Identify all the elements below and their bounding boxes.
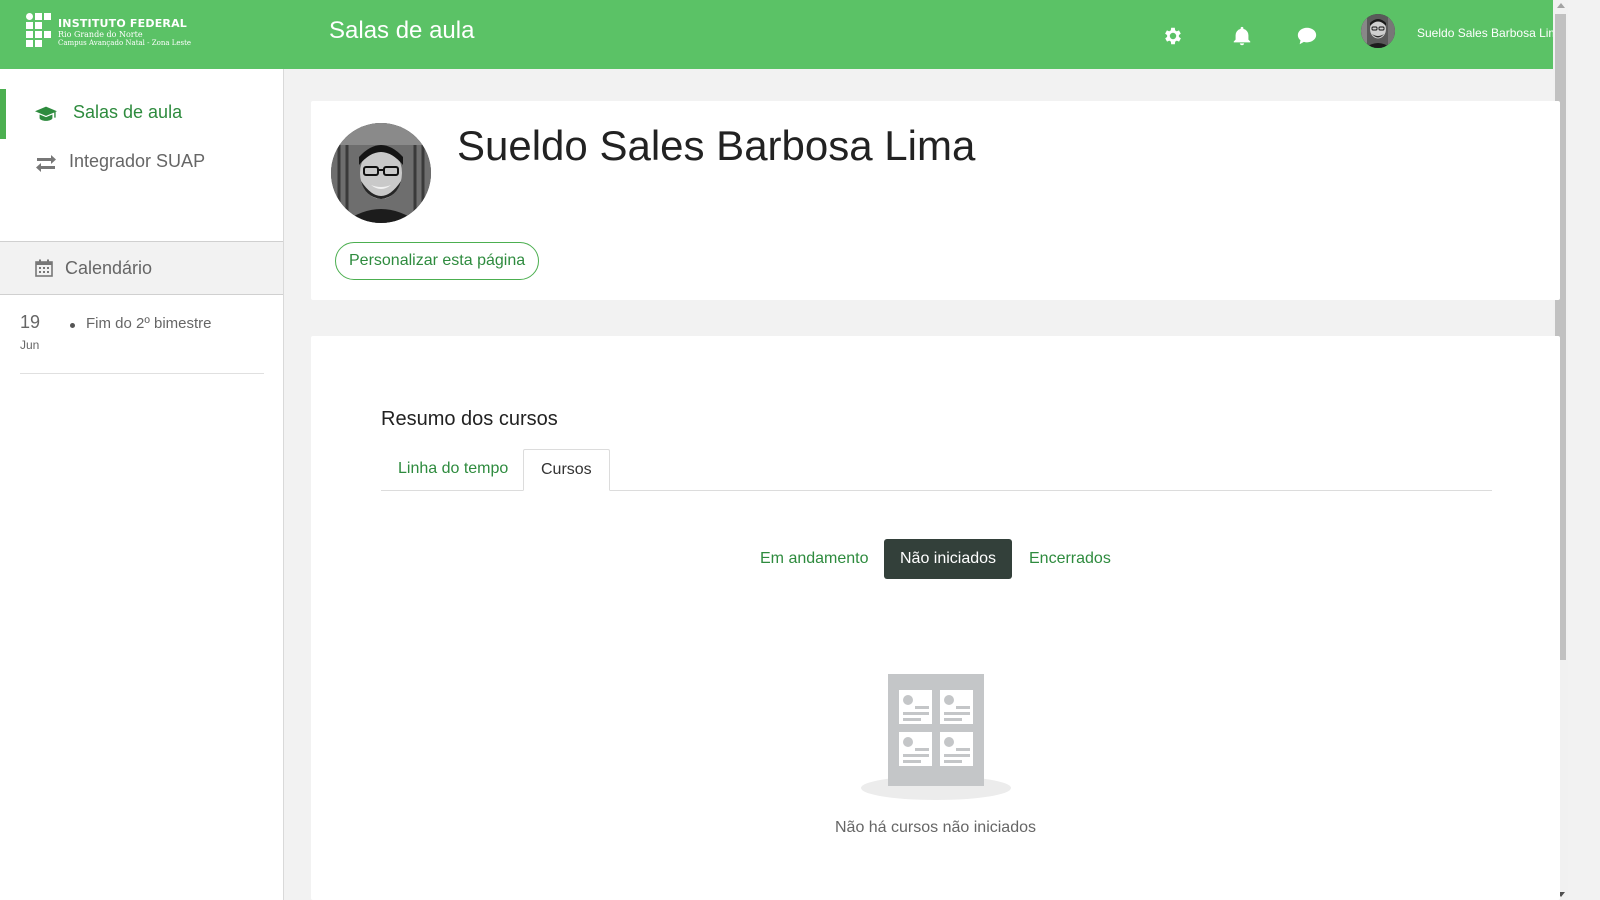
sidebar: Salas de aula Integrador SUAP Calendário… bbox=[0, 69, 284, 900]
event-name[interactable]: Fim do 2º bimestre bbox=[86, 315, 212, 332]
course-status-filters: Em andamento Não iniciados Encerrados bbox=[311, 539, 1560, 579]
sidebar-item-label: Integrador SUAP bbox=[69, 151, 206, 171]
calendar-icon bbox=[35, 259, 53, 277]
filter-past[interactable]: Encerrados bbox=[1029, 539, 1111, 579]
course-overview-tabs: Linha do tempo Cursos bbox=[381, 449, 1492, 491]
page-title: Salas de aula bbox=[329, 17, 475, 44]
course-overview-title: Resumo dos cursos bbox=[381, 408, 558, 430]
calendar-event[interactable]: 19 Jun Fim do 2º bimestre bbox=[20, 312, 264, 374]
exchange-arrows-icon bbox=[35, 153, 57, 173]
calendar-title: Calendário bbox=[65, 258, 153, 278]
user-menu-name[interactable]: Sueldo Sales Barbosa Lima bbox=[1417, 26, 1565, 40]
institution-name: INSTITUTO FEDERAL Rio Grande do Norte Ca… bbox=[58, 18, 191, 48]
graduation-cap-icon bbox=[35, 104, 57, 124]
scroll-up-arrow-icon[interactable] bbox=[1557, 3, 1565, 8]
chat-icon[interactable] bbox=[1296, 25, 1318, 47]
event-month: Jun bbox=[20, 338, 40, 352]
profile-name: Sueldo Sales Barbosa Lima bbox=[457, 122, 976, 169]
filter-in-progress[interactable]: Em andamento bbox=[760, 539, 869, 579]
institution-logo[interactable]: INSTITUTO FEDERAL Rio Grande do Norte Ca… bbox=[26, 13, 226, 53]
sidebar-item-label: Salas de aula bbox=[73, 102, 183, 122]
customize-page-button[interactable]: Personalizar esta página bbox=[335, 242, 540, 280]
filter-future[interactable]: Não iniciados bbox=[884, 539, 1013, 579]
course-overview-card: Resumo dos cursos Linha do tempo Cursos … bbox=[311, 336, 1560, 900]
user-avatar[interactable] bbox=[1361, 14, 1395, 48]
tab-timeline[interactable]: Linha do tempo bbox=[381, 449, 525, 491]
event-day: 19 bbox=[20, 312, 41, 332]
institution-line3: Campus Avançado Natal - Zona Leste bbox=[58, 39, 192, 47]
sidebar-item-integrador-suap[interactable]: Integrador SUAP bbox=[0, 138, 283, 188]
empty-courses-illustration-icon bbox=[861, 674, 1011, 800]
profile-avatar bbox=[331, 123, 431, 223]
calendar-block-header[interactable]: Calendário bbox=[0, 241, 283, 295]
bell-icon[interactable] bbox=[1231, 25, 1253, 47]
gear-icon[interactable] bbox=[1162, 25, 1184, 47]
tab-courses[interactable]: Cursos bbox=[523, 449, 610, 491]
empty-courses-message: Não há cursos não iniciados bbox=[834, 819, 1036, 836]
top-navbar: INSTITUTO FEDERAL Rio Grande do Norte Ca… bbox=[0, 0, 1565, 69]
bullet-icon bbox=[70, 323, 75, 328]
sidebar-item-salas-de-aula[interactable]: Salas de aula bbox=[0, 89, 283, 139]
profile-header-card: Sueldo Sales Barbosa Lima Personalizar e… bbox=[311, 101, 1560, 300]
logo-grid-icon bbox=[26, 13, 54, 49]
institution-line2: Rio Grande do Norte bbox=[58, 30, 143, 39]
institution-line1: INSTITUTO FEDERAL bbox=[58, 17, 188, 30]
